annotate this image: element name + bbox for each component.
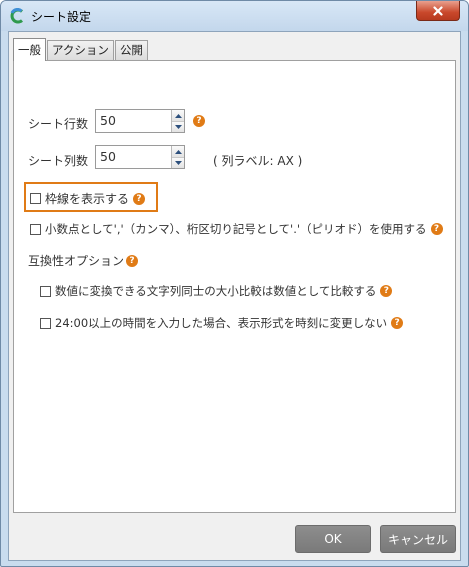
- gridlines-help-icon[interactable]: ?: [133, 192, 146, 205]
- column-label-note: ( 列ラベル: AX ): [213, 154, 303, 168]
- triangle-up-icon: [174, 113, 182, 118]
- sheet-cols-value[interactable]: 50: [100, 149, 116, 164]
- sheet-cols-spin-buttons: [171, 146, 184, 168]
- sheet-rows-help-icon[interactable]: ?: [193, 115, 205, 127]
- sheet-cols-decrement[interactable]: [172, 157, 184, 168]
- window-title: シート設定: [31, 10, 92, 24]
- compat-heading-row: 互換性オプション ?: [28, 252, 139, 269]
- compare-numeric-option[interactable]: 数値に変換できる文字列同士の大小比較は数値として比較する ?: [40, 283, 393, 299]
- separator-help-icon[interactable]: ?: [430, 223, 443, 235]
- dialog-client-area: 一般 アクション 公開 シート行数 50 ? シート列数 50 (列ラベル: …: [8, 31, 461, 561]
- separator-checkbox[interactable]: [30, 223, 41, 235]
- close-icon: [433, 5, 443, 16]
- separator-label: 小数点として','（カンマ）、桁区切り記号として'.'（ピリオド）を使用する: [45, 222, 427, 236]
- gridlines-checkbox[interactable]: [30, 193, 41, 204]
- sheet-rows-increment[interactable]: [172, 110, 184, 121]
- tab-publish[interactable]: 公開: [114, 40, 148, 60]
- close-button[interactable]: [416, 1, 460, 21]
- triangle-up-icon: [174, 149, 182, 154]
- time-24-label: 24:00以上の時間を入力した場合、表示形式を時刻に変更しない: [55, 316, 388, 330]
- gridlines-label: 枠線を表示する: [45, 192, 130, 206]
- tab-general[interactable]: 一般: [13, 38, 46, 61]
- compat-heading: 互換性オプション: [28, 254, 125, 268]
- titlebar: シート設定: [1, 1, 468, 31]
- compare-numeric-label: 数値に変換できる文字列同士の大小比較は数値として比較する: [55, 284, 377, 298]
- time-24-option[interactable]: 24:00以上の時間を入力した場合、表示形式を時刻に変更しない ?: [40, 315, 404, 331]
- app-logo-icon: [10, 8, 23, 24]
- sheet-rows-spin-buttons: [171, 110, 184, 132]
- compare-numeric-help-icon[interactable]: ?: [380, 285, 393, 297]
- cancel-button[interactable]: キャンセル: [380, 525, 456, 553]
- dialog-window: シート設定 一般 アクション 公開 シート行数 50 ? シート列数 50 (…: [0, 0, 469, 567]
- triangle-down-icon: [174, 125, 182, 129]
- sheet-cols-label: シート列数: [28, 154, 89, 168]
- sheet-rows-label: シート行数: [28, 117, 89, 131]
- time-24-checkbox[interactable]: [40, 317, 51, 329]
- sheet-rows-value[interactable]: 50: [100, 113, 116, 128]
- time-24-help-icon[interactable]: ?: [391, 317, 404, 329]
- general-tab-panel: シート行数 50 ? シート列数 50 (列ラベル: AX) 枠線を表示する…: [13, 60, 456, 513]
- sheet-rows-stepper[interactable]: 50: [95, 109, 185, 133]
- gridlines-option[interactable]: 枠線を表示する ?: [30, 190, 146, 207]
- triangle-down-icon: [174, 161, 182, 165]
- sheet-cols-increment[interactable]: [172, 146, 184, 157]
- tab-actions[interactable]: アクション: [47, 40, 114, 60]
- tab-bar: 一般 アクション 公開: [13, 38, 149, 61]
- sheet-rows-decrement[interactable]: [172, 121, 184, 132]
- ok-button[interactable]: OK: [295, 525, 371, 553]
- compat-help-icon[interactable]: ?: [126, 254, 139, 267]
- sheet-cols-stepper[interactable]: 50: [95, 145, 185, 169]
- compare-numeric-checkbox[interactable]: [40, 285, 51, 297]
- separator-option[interactable]: 小数点として','（カンマ）、桁区切り記号として'.'（ピリオド）を使用する ?: [30, 221, 443, 237]
